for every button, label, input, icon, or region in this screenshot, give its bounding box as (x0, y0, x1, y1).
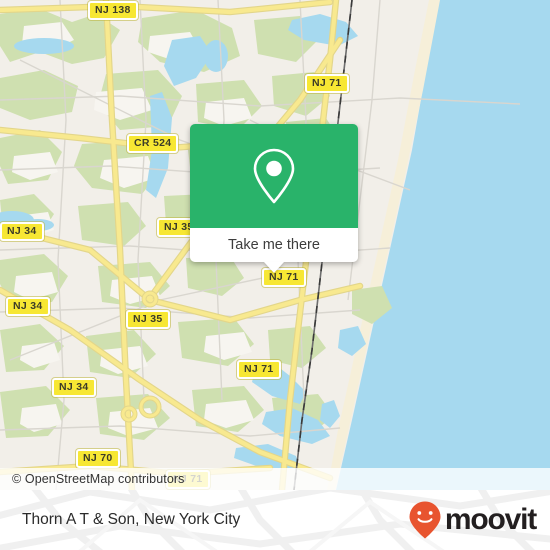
location-popup-card[interactable]: Take me there (190, 124, 358, 273)
take-me-there-button[interactable]: Take me there (190, 228, 358, 262)
footer-bar: Thorn A T & Son, New York City moovit (0, 490, 550, 550)
route-shield: NJ 34 (52, 378, 96, 397)
route-shield: NJ 34 (0, 222, 44, 241)
moovit-logo[interactable]: moovit (408, 500, 537, 540)
route-shield: NJ 34 (6, 297, 50, 316)
route-shield: NJ 71 (305, 74, 349, 93)
take-me-there-label: Take me there (228, 237, 320, 253)
map-pin-icon (253, 148, 295, 204)
route-shield: NJ 70 (76, 449, 120, 468)
route-shield: CR 524 (127, 134, 179, 153)
moovit-smiley-pin-icon (409, 501, 441, 539)
route-shield: NJ 71 (237, 360, 281, 379)
place-title: Thorn A T & Son, New York City (22, 511, 241, 528)
moovit-wordmark: moovit (444, 503, 537, 536)
map-attribution: © OpenStreetMap contributors (0, 468, 550, 490)
popup-pointer (264, 262, 284, 273)
popup-icon-area (190, 124, 358, 228)
route-shield: NJ 138 (88, 1, 138, 20)
route-shield: NJ 35 (126, 310, 170, 329)
